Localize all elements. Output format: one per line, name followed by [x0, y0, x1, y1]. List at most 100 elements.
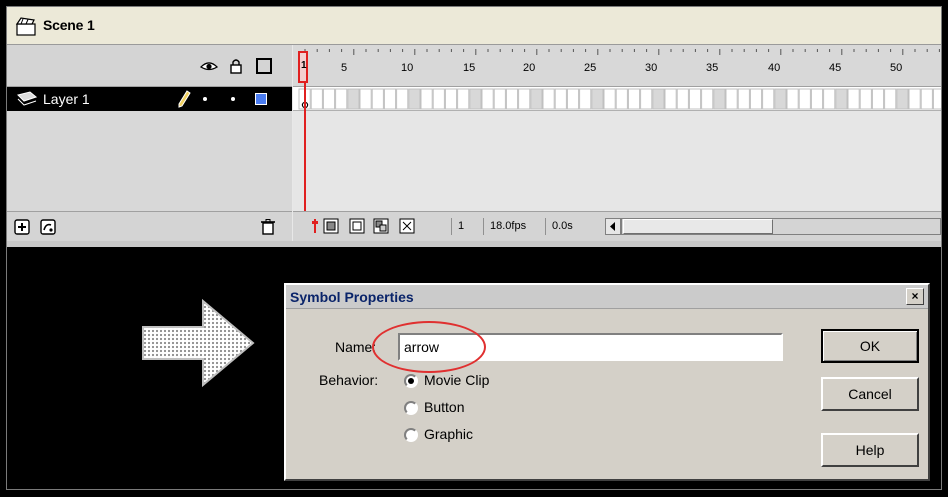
ruler-label-10: 10	[401, 62, 414, 74]
frame-cell[interactable]	[786, 88, 799, 110]
frame-cell[interactable]	[908, 88, 921, 110]
layer-header	[7, 45, 292, 87]
frame-cell[interactable]	[359, 88, 372, 110]
pencil-icon	[178, 90, 191, 108]
caret-left-icon	[610, 222, 615, 231]
frame-cell[interactable]	[859, 88, 872, 110]
lock-dot[interactable]	[231, 97, 235, 101]
button-label[interactable]: Button	[424, 399, 464, 415]
layer-name[interactable]: Layer 1	[43, 91, 90, 107]
visibility-dot[interactable]	[203, 97, 207, 101]
scrollbar-thumb[interactable]	[623, 219, 773, 234]
timeline-panel: Layer 1 1 5 10 15 20 25 30 35 40 45 50 1…	[7, 45, 942, 241]
frame-cell[interactable]	[627, 88, 641, 110]
frame-cell[interactable]	[396, 88, 409, 110]
eye-icon[interactable]	[200, 57, 218, 75]
frame-cell[interactable]	[810, 88, 824, 110]
frame-cell[interactable]	[847, 88, 860, 110]
frame-cell[interactable]	[920, 88, 933, 110]
onion-skin-icon[interactable]	[323, 218, 339, 234]
frame-cells	[298, 88, 942, 110]
ruler-label-45: 45	[829, 62, 842, 74]
frame-cell[interactable]	[737, 88, 750, 110]
dialog-title-bar[interactable]: Symbol Properties ×	[286, 285, 928, 309]
playhead-line	[304, 83, 306, 213]
arrow-graphic[interactable]	[139, 297, 257, 389]
edit-multiple-frames-icon[interactable]	[373, 218, 389, 234]
close-button[interactable]: ×	[906, 288, 924, 305]
frame-cell[interactable]	[457, 88, 470, 110]
frame-cell[interactable]	[603, 88, 616, 110]
frame-cell[interactable]	[554, 88, 567, 110]
scene-label[interactable]: Scene 1	[43, 17, 95, 33]
frame-cell[interactable]	[762, 88, 775, 110]
scene-bar: Scene 1	[7, 7, 941, 45]
frame-cell[interactable]	[823, 88, 836, 110]
frame-cell[interactable]	[615, 88, 628, 110]
frame-cell[interactable]	[335, 88, 348, 110]
frame-cell[interactable]	[749, 88, 763, 110]
frame-cell[interactable]	[798, 88, 811, 110]
frame-cell[interactable]	[420, 88, 433, 110]
frame-cell[interactable]	[505, 88, 519, 110]
cancel-button[interactable]: Cancel	[821, 377, 919, 411]
scene-clapper-icon	[15, 17, 36, 36]
frame-cell[interactable]	[701, 88, 714, 110]
frame-cell[interactable]	[871, 88, 885, 110]
timeline-footer: 1 18.0fps 0.0s	[293, 211, 941, 241]
layer-outline-color-swatch[interactable]	[255, 93, 267, 105]
button-radio[interactable]	[404, 401, 418, 415]
frame-cell[interactable]	[835, 88, 848, 110]
frame-cell[interactable]	[542, 88, 555, 110]
frame-cell[interactable]	[725, 88, 738, 110]
layer-footer	[7, 211, 292, 241]
frame-cell[interactable]	[884, 88, 897, 110]
outline-icon[interactable]	[255, 57, 273, 75]
frame-cell[interactable]	[591, 88, 604, 110]
frame-cell[interactable]	[518, 88, 531, 110]
add-guide-layer-icon[interactable]	[39, 218, 57, 236]
frame-cell[interactable]	[774, 88, 787, 110]
frame-cell[interactable]	[493, 88, 506, 110]
frame-ruler[interactable]: 1 5 10 15 20 25 30 35 40 45 50	[293, 45, 941, 87]
frame-cell[interactable]	[688, 88, 702, 110]
ok-button[interactable]: OK	[821, 329, 919, 363]
graphic-label[interactable]: Graphic	[424, 426, 473, 442]
lock-icon[interactable]	[227, 57, 245, 75]
frame-cell[interactable]	[347, 88, 360, 110]
frame-cell[interactable]	[432, 88, 445, 110]
frame-cell[interactable]	[676, 88, 689, 110]
graphic-radio[interactable]	[404, 428, 418, 442]
center-frame-icon[interactable]	[307, 218, 323, 234]
frame-cell[interactable]	[652, 88, 665, 110]
scroll-left-button[interactable]	[605, 218, 621, 235]
frame-cell[interactable]	[371, 88, 384, 110]
onion-skin-outlines-icon[interactable]	[349, 218, 365, 234]
frame-cell[interactable]	[896, 88, 909, 110]
frame-cell[interactable]	[566, 88, 580, 110]
frame-cell[interactable]	[322, 88, 336, 110]
frame-cell[interactable]	[444, 88, 458, 110]
frame-cells-row[interactable]	[293, 87, 942, 111]
trash-icon[interactable]	[259, 218, 277, 236]
layer-row[interactable]: Layer 1	[7, 87, 292, 111]
frame-cell[interactable]	[579, 88, 592, 110]
radio-selected-dot	[408, 378, 414, 384]
frame-cell[interactable]	[383, 88, 397, 110]
frame-cell[interactable]	[481, 88, 494, 110]
frame-cell[interactable]	[310, 88, 323, 110]
behavior-label: Behavior:	[319, 372, 379, 388]
frame-cell[interactable]	[469, 88, 482, 110]
movie-clip-radio[interactable]	[404, 374, 418, 388]
frame-cell[interactable]	[664, 88, 677, 110]
frame-cell[interactable]	[932, 88, 942, 110]
frame-cell[interactable]	[713, 88, 726, 110]
frame-cell[interactable]	[408, 88, 421, 110]
frame-cell[interactable]	[530, 88, 543, 110]
ruler-label-25: 25	[584, 62, 597, 74]
add-layer-icon[interactable]	[13, 218, 31, 236]
help-button[interactable]: Help	[821, 433, 919, 467]
movie-clip-label[interactable]: Movie Clip	[424, 372, 489, 388]
frame-cell[interactable]	[640, 88, 653, 110]
modify-onion-markers-icon[interactable]	[399, 218, 415, 234]
